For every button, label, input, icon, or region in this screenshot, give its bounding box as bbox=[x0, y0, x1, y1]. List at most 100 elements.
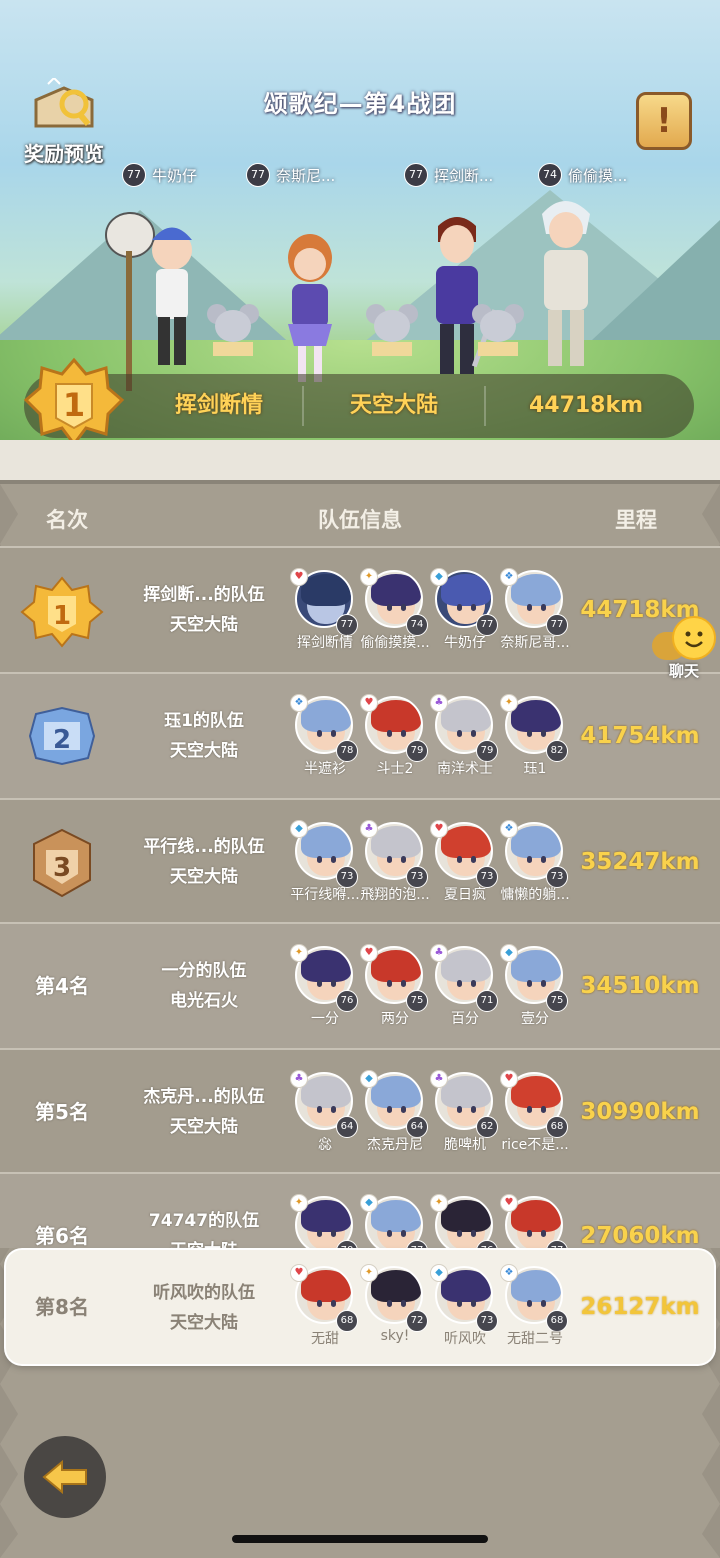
rank-number: 2 bbox=[53, 725, 71, 755]
ranking-row[interactable]: 第5名 杰克丹...的队伍 天空大陆 ♣ 64 惢 ◆ 64 杰克丹尼 ♣ 62… bbox=[0, 1050, 720, 1174]
element-sword-icon: ✦ bbox=[290, 944, 308, 962]
member-slot[interactable]: ♣ 71 百分 bbox=[430, 944, 500, 1044]
member-slot[interactable]: ❖ 78 半遮衫 bbox=[290, 694, 360, 794]
team-members: ♥ 68 无甜 ✦ 72 sky! ◆ 73 听风吹 ❖ 68 无甜二号 bbox=[290, 1264, 580, 1364]
banner-server: 天空大陆 bbox=[349, 393, 438, 418]
member-slot[interactable]: ♣ 79 南洋术士 bbox=[430, 694, 500, 794]
my-team-row[interactable]: 第8名 听风吹的队伍 天空大陆 ♥ 68 无甜 ✦ 72 sky! ◆ 73 听… bbox=[6, 1250, 714, 1364]
team-name: 杰克丹...的队伍 bbox=[143, 1087, 265, 1107]
member-slot[interactable]: ♥ 68 无甜 bbox=[290, 1264, 360, 1364]
team-server: 天空大陆 bbox=[170, 741, 238, 761]
reward-preview-button[interactable]: 奖励预览 bbox=[14, 78, 114, 170]
element-shadow-icon: ♣ bbox=[430, 1070, 448, 1088]
back-button[interactable] bbox=[24, 1436, 106, 1518]
chat-button[interactable]: 聊天 bbox=[648, 616, 720, 686]
player-level-badge: 77 bbox=[246, 163, 270, 187]
element-water-icon: ◆ bbox=[500, 944, 518, 962]
team-distance: 27060km bbox=[580, 1223, 700, 1248]
member-slot[interactable]: ♥ 77 挥剑断情 bbox=[290, 568, 360, 668]
member-slot[interactable]: ◆ 75 壹分 bbox=[500, 944, 570, 1044]
element-water-icon: ◆ bbox=[290, 820, 308, 838]
member-slot[interactable]: ♣ 64 惢 bbox=[290, 1070, 360, 1170]
member-slot[interactable]: ♥ 73 夏日疯 bbox=[430, 820, 500, 920]
scene-player-tag: 77 挥剑断... bbox=[404, 162, 493, 188]
gold-medal-icon: 1 bbox=[20, 576, 104, 648]
member-slot[interactable]: ✦ 76 bbox=[430, 1194, 500, 1248]
element-wind-icon: ❖ bbox=[500, 820, 518, 838]
team-members: ◆ 73 平行线嘚... ♣ 73 飛翔的泡... ♥ 73 夏日疯 ❖ 73 … bbox=[290, 820, 580, 920]
team-server: 天空大陆 bbox=[118, 1236, 290, 1248]
member-slot[interactable]: ❖ 77 奈斯尼哥... bbox=[500, 568, 570, 668]
rank-cell: 第5名 bbox=[14, 1050, 110, 1174]
torn-paper-edge bbox=[0, 440, 720, 484]
team-info: 74747的队伍 天空大陆 bbox=[118, 1206, 290, 1248]
member-slot[interactable]: ✦ 76 一分 bbox=[290, 944, 360, 1044]
team-info: 杰克丹...的队伍 天空大陆 bbox=[118, 1082, 290, 1142]
smiley-icon bbox=[672, 616, 716, 660]
rank-cell: 2 bbox=[14, 674, 110, 798]
rules-info-button[interactable]: ! bbox=[636, 92, 692, 150]
player-level-badge: 77 bbox=[404, 163, 428, 187]
element-fire-icon: ♥ bbox=[290, 568, 308, 586]
element-water-icon: ◆ bbox=[430, 568, 448, 586]
rank-cell: 第6名 bbox=[14, 1174, 110, 1248]
team-name: 一分的队伍 bbox=[161, 961, 247, 981]
element-water-icon: ◆ bbox=[360, 1194, 378, 1212]
rank-number: 3 bbox=[53, 853, 71, 883]
member-name: 壹分 bbox=[521, 1011, 549, 1027]
element-wind-icon: ❖ bbox=[290, 694, 308, 712]
member-slot[interactable]: ◆ 73 平行线嘚... bbox=[290, 820, 360, 920]
character-nice bbox=[288, 234, 332, 382]
silver-medal-icon: 2 bbox=[28, 706, 96, 766]
member-slot[interactable]: ◆ 73 听风吹 bbox=[430, 1264, 500, 1364]
team-members: ✦ 76 一分 ♥ 75 两分 ♣ 71 百分 ◆ 75 壹分 bbox=[290, 944, 580, 1044]
home-indicator[interactable] bbox=[232, 1535, 488, 1543]
character-sneaky bbox=[542, 201, 590, 366]
member-slot[interactable]: ♣ 73 飛翔的泡... bbox=[360, 820, 430, 920]
element-sword-icon: ✦ bbox=[360, 1264, 378, 1282]
member-slot[interactable]: ♥ 68 rice不是... bbox=[500, 1070, 570, 1170]
team-info: 平行线...的队伍 天空大陆 bbox=[118, 832, 290, 892]
member-slot[interactable]: ♥ 75 两分 bbox=[360, 944, 430, 1044]
member-slot[interactable]: ✦ 70 bbox=[290, 1194, 360, 1248]
ranking-row[interactable]: 第4名 一分的队伍 电光石火 ✦ 76 一分 ♥ 75 两分 ♣ 71 百分 ◆… bbox=[0, 924, 720, 1048]
koala-pet bbox=[472, 304, 524, 356]
element-water-icon: ◆ bbox=[430, 1264, 448, 1282]
gold-medal-icon: 1 bbox=[23, 357, 125, 447]
ranking-row[interactable]: 2 珏1的队伍 天空大陆 ❖ 78 半遮衫 ♥ 79 斗士2 ♣ 79 南洋术士… bbox=[0, 674, 720, 798]
rank-cell: 3 bbox=[14, 800, 110, 924]
element-fire-icon: ♥ bbox=[360, 944, 378, 962]
member-slot[interactable]: ❖ 68 无甜二号 bbox=[500, 1264, 570, 1364]
team-distance: 30990km bbox=[580, 1099, 700, 1125]
column-header-distance: 里程 bbox=[615, 508, 657, 532]
member-slot[interactable]: ✦ 82 珏1 bbox=[500, 694, 570, 794]
team-server: 天空大陆 bbox=[170, 1313, 238, 1333]
team-name: 听风吹的队伍 bbox=[153, 1283, 255, 1303]
scene-player-tag: 74 偷偷摸... bbox=[538, 162, 627, 188]
member-slot[interactable]: ✦ 72 sky! bbox=[360, 1264, 430, 1364]
member-slot[interactable]: ❖ 73 慵懒的躺... bbox=[500, 820, 570, 920]
scene-player-tag: 77 牛奶仔 bbox=[122, 162, 197, 188]
member-slot[interactable]: ◆ 77 bbox=[360, 1194, 430, 1248]
rank-label: 第5名 bbox=[35, 1100, 89, 1124]
team-members: ♣ 64 惢 ◆ 64 杰克丹尼 ♣ 62 脆啤机 ♥ 68 rice不是... bbox=[290, 1070, 580, 1170]
member-name: 无甜二号 bbox=[507, 1331, 563, 1347]
team-info: 一分的队伍 电光石火 bbox=[118, 956, 290, 1016]
member-slot[interactable]: ◆ 77 牛奶仔 bbox=[430, 568, 500, 668]
member-slot[interactable]: ♥ 77 bbox=[500, 1194, 570, 1248]
member-slot[interactable]: ♣ 62 脆啤机 bbox=[430, 1070, 500, 1170]
team-info: 珏1的队伍 天空大陆 bbox=[118, 706, 290, 766]
member-slot[interactable]: ✦ 74 偷偷摸摸... bbox=[360, 568, 430, 668]
column-header-rank: 名次 bbox=[46, 508, 88, 532]
reward-preview-label: 奖励预览 bbox=[24, 142, 104, 166]
ranking-row[interactable]: 1 挥剑断...的队伍 天空大陆 ♥ 77 挥剑断情 ✦ 74 偷偷摸摸... … bbox=[0, 548, 720, 672]
member-slot[interactable]: ♥ 79 斗士2 bbox=[360, 694, 430, 794]
ranking-row[interactable]: 第6名 74747的队伍 天空大陆 ✦ 70 ◆ 77 ✦ 76 bbox=[0, 1174, 720, 1248]
element-fire-icon: ♥ bbox=[500, 1070, 518, 1088]
ranking-row[interactable]: 3 平行线...的队伍 天空大陆 ◆ 73 平行线嘚... ♣ 73 飛翔的泡.… bbox=[0, 800, 720, 924]
team-distance: 41754km bbox=[580, 723, 700, 749]
member-name: 慵懒的躺... bbox=[500, 887, 570, 903]
column-header-team: 队伍信息 bbox=[318, 508, 402, 532]
member-slot[interactable]: ◆ 64 杰克丹尼 bbox=[360, 1070, 430, 1170]
treasure-chest-icon bbox=[34, 78, 94, 128]
